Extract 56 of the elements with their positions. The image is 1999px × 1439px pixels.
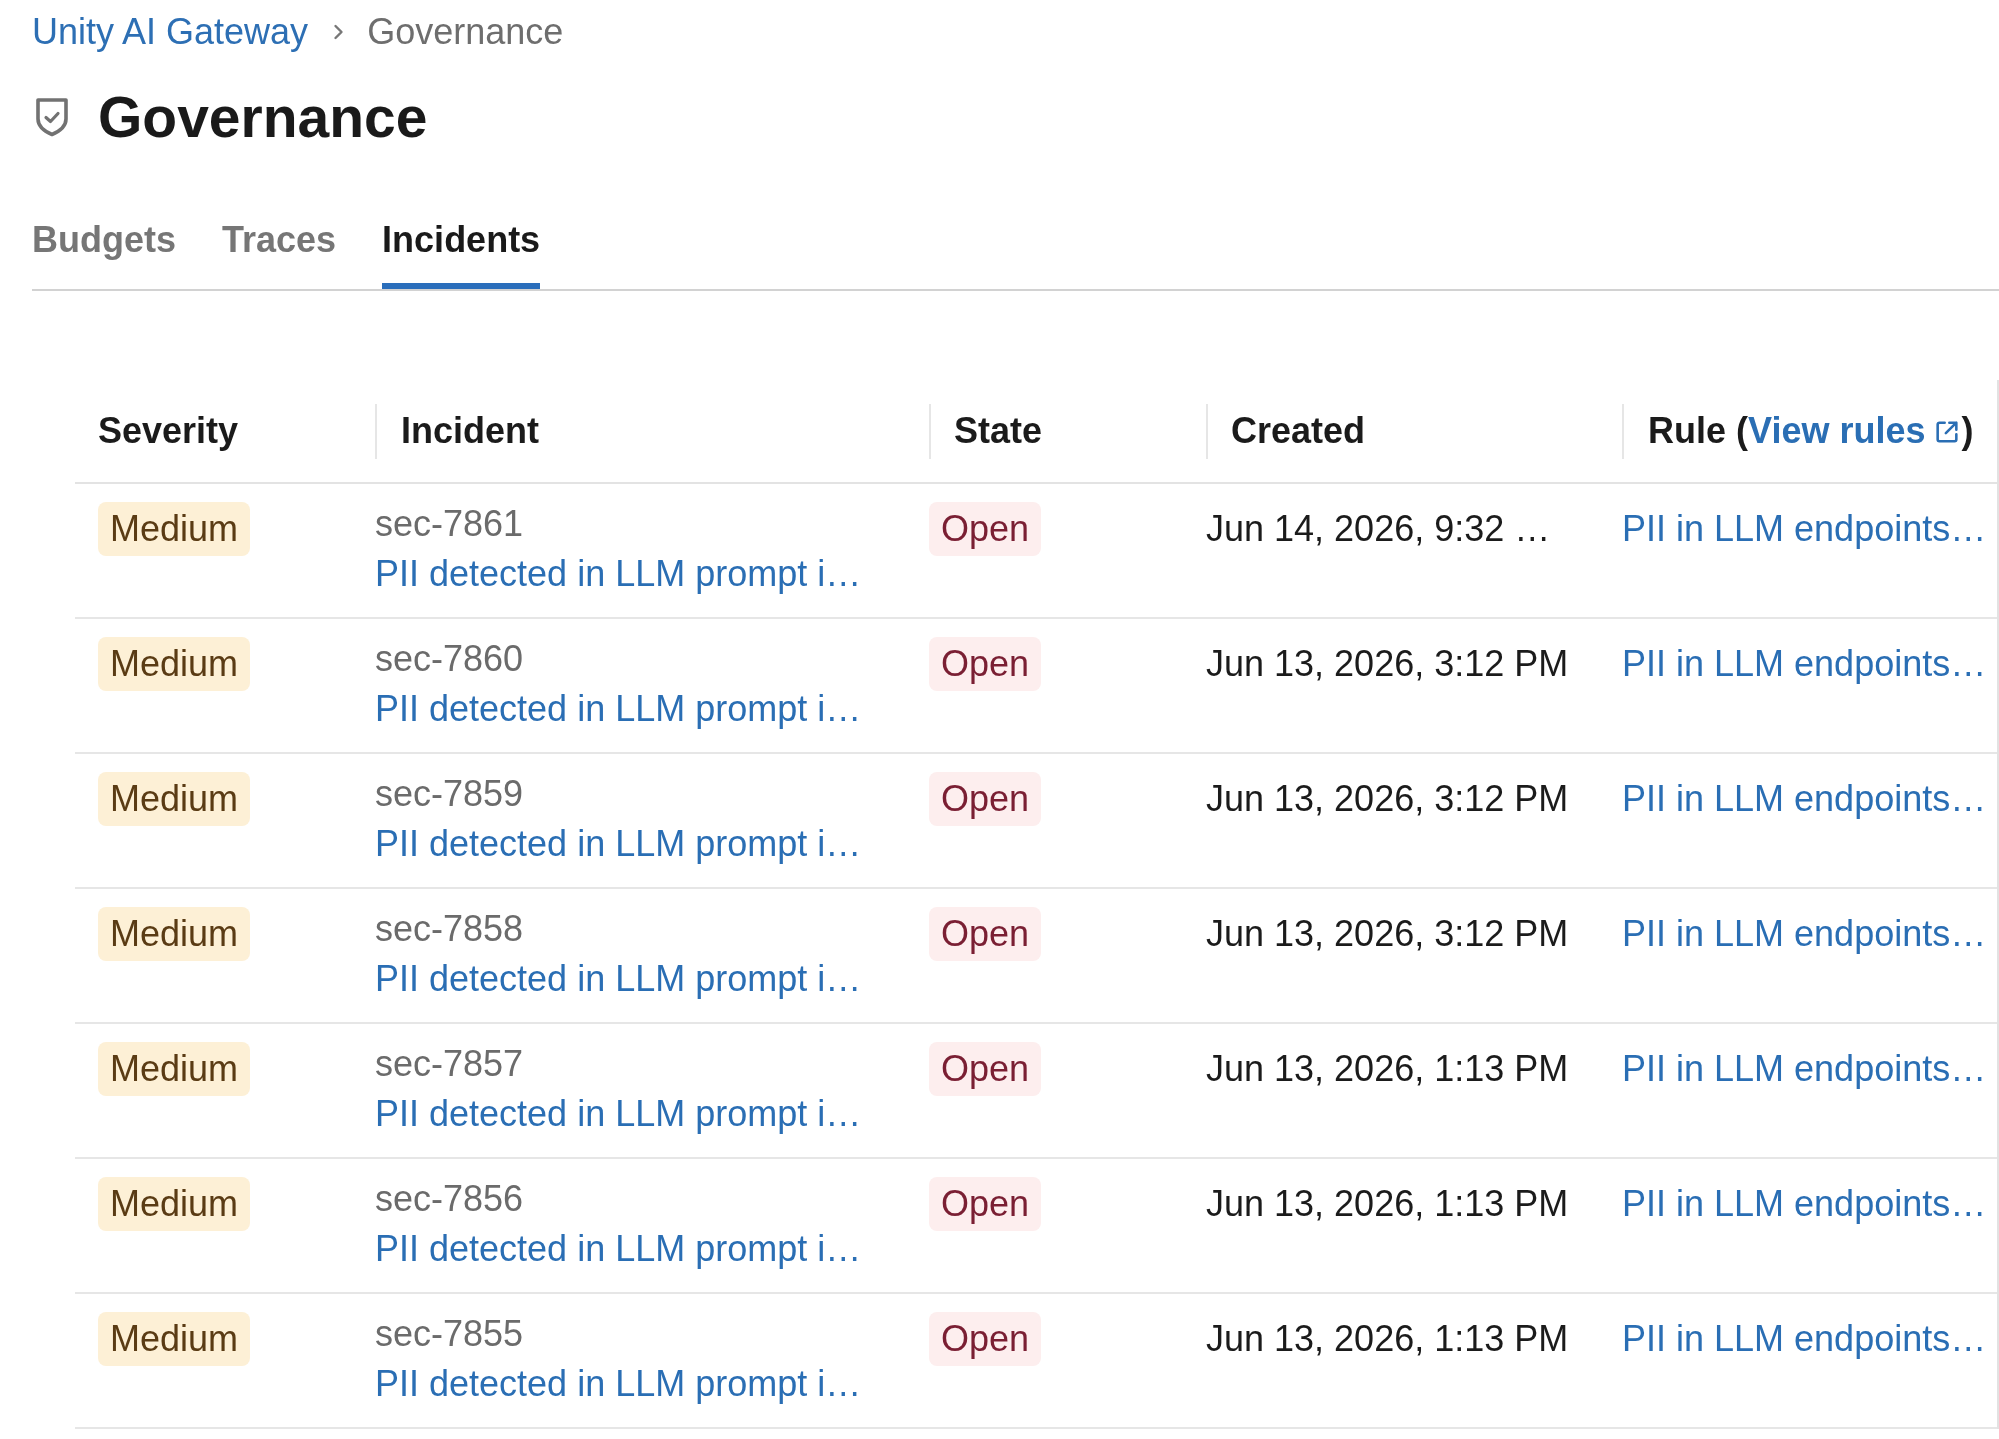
tab[interactable]: Budgets	[32, 218, 176, 289]
severity-tag: Medium	[98, 502, 251, 556]
shield-check-icon	[34, 96, 70, 138]
incident-link[interactable]: PII detected in LLM prompt i…	[375, 954, 862, 1004]
state-tag: Open	[929, 1177, 1042, 1231]
created-date: Jun 13, 2026, 3:12 PM	[1206, 777, 1569, 821]
tab[interactable]: Traces	[222, 218, 337, 289]
created-date: Jun 13, 2026, 1:13 PM	[1206, 1317, 1569, 1361]
incident-link[interactable]: PII detected in LLM prompt i…	[375, 549, 862, 599]
rule-link[interactable]: PII in LLM endpoints…	[1622, 502, 1987, 556]
incident-id: sec-7855	[375, 1312, 524, 1356]
view-rules-link[interactable]: View rules	[1748, 410, 1962, 451]
chevron-right-icon	[333, 24, 345, 40]
created-date: Jun 13, 2026, 3:12 PM	[1206, 642, 1569, 686]
rule-link[interactable]: PII in LLM endpoints…	[1622, 907, 1987, 961]
created-date: Jun 13, 2026, 3:12 PM	[1206, 912, 1569, 956]
incident-link[interactable]: PII detected in LLM prompt i…	[375, 1359, 862, 1409]
incident-id: sec-7861	[375, 502, 524, 546]
severity-tag: Medium	[98, 772, 251, 826]
column-header: State	[954, 409, 1043, 453]
severity-tag: Medium	[98, 907, 251, 961]
state-tag: Open	[929, 502, 1042, 556]
rule-link[interactable]: PII in LLM endpoints…	[1622, 1042, 1987, 1096]
incident-id: sec-7856	[375, 1177, 524, 1221]
state-tag: Open	[929, 1312, 1042, 1366]
breadcrumb-link[interactable]: Unity AI Gateway	[32, 10, 309, 54]
incident-id: sec-7859	[375, 772, 524, 816]
state-tag: Open	[929, 637, 1042, 691]
breadcrumb-current: Governance	[367, 10, 564, 54]
state-tag: Open	[929, 772, 1042, 826]
created-date: Jun 13, 2026, 1:13 PM	[1206, 1047, 1569, 1091]
column-header: Incident	[401, 409, 539, 453]
column-header: Created	[1231, 409, 1366, 453]
incident-link[interactable]: PII detected in LLM prompt i…	[375, 819, 862, 869]
rule-link[interactable]: PII in LLM endpoints…	[1622, 637, 1987, 691]
tab[interactable]: Incidents	[382, 218, 541, 289]
state-tag: Open	[929, 907, 1042, 961]
incident-link[interactable]: PII detected in LLM prompt i…	[375, 684, 862, 734]
severity-tag: Medium	[98, 1177, 251, 1231]
severity-tag: Medium	[98, 637, 251, 691]
incident-link[interactable]: PII detected in LLM prompt i…	[375, 1089, 862, 1139]
incident-id: sec-7858	[375, 907, 524, 951]
column-header: Severity	[98, 409, 239, 453]
severity-tag: Medium	[98, 1042, 251, 1096]
created-date: Jun 14, 2026, 9:32 …	[1206, 507, 1551, 551]
state-tag: Open	[929, 1042, 1042, 1096]
created-date: Jun 13, 2026, 1:13 PM	[1206, 1182, 1569, 1226]
rule-link[interactable]: PII in LLM endpoints…	[1622, 1312, 1987, 1366]
rule-link[interactable]: PII in LLM endpoints…	[1622, 772, 1987, 826]
incident-id: sec-7860	[375, 637, 524, 681]
rule-link[interactable]: PII in LLM endpoints…	[1622, 1177, 1987, 1231]
severity-tag: Medium	[98, 1312, 251, 1366]
column-header: Rule (View rules )	[1648, 409, 1974, 453]
incident-id: sec-7857	[375, 1042, 524, 1086]
incident-link[interactable]: PII detected in LLM prompt i…	[375, 1224, 862, 1274]
page-title: Governance	[98, 85, 428, 149]
